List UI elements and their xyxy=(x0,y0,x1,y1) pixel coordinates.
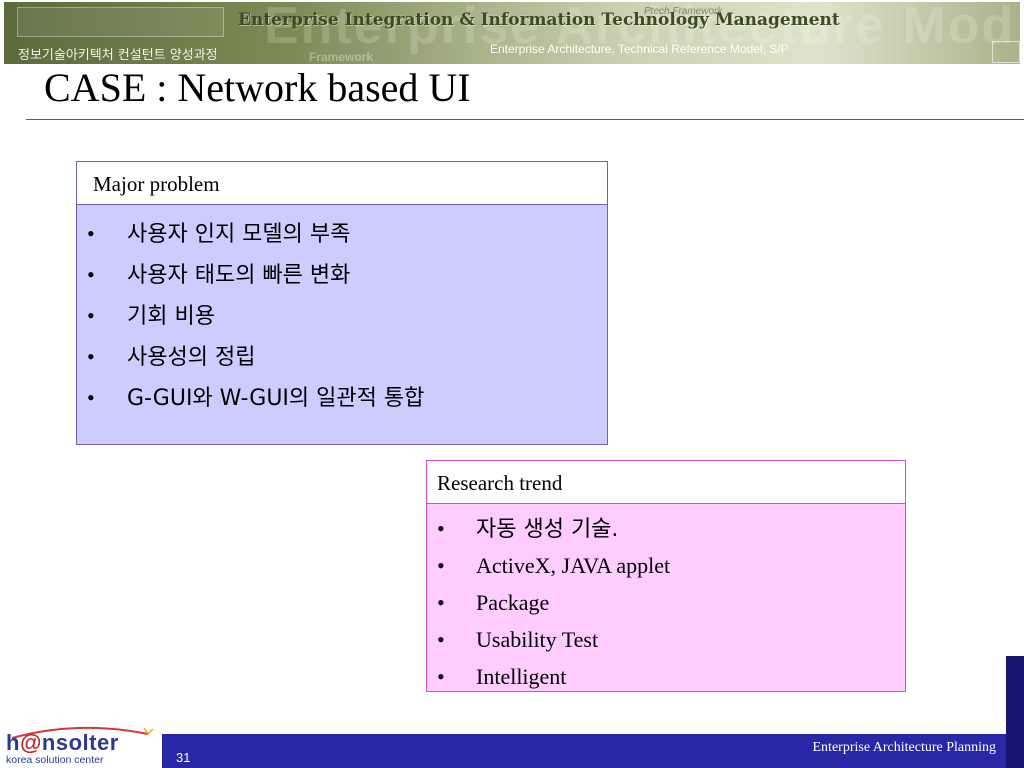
banner-watermark-framework: Framework xyxy=(309,50,374,64)
bullet-icon: • xyxy=(437,553,445,578)
research-trend-list: • 자동 생성 기술. • ActiveX, JAVA applet • Packag… xyxy=(427,504,905,695)
bullet-icon: • xyxy=(87,344,95,369)
bullet-icon: • xyxy=(437,664,445,689)
research-trend-heading: Research trend xyxy=(427,461,905,504)
bullet-icon: • xyxy=(87,221,95,246)
major-problem-panel: Major problem • 사용자 인지 모델의 부족 • 사용자 태도의 빠른… xyxy=(76,161,608,445)
footer-right-strip xyxy=(1006,656,1024,768)
list-item: • Package xyxy=(437,584,905,621)
page-number: 31 xyxy=(176,750,191,765)
banner-subtitle: Enterprise Architecture, Technical Refer… xyxy=(490,42,789,56)
bullet-icon: • xyxy=(87,303,95,328)
logo-brand: h@nsolter xyxy=(6,730,119,755)
banner-decor-box xyxy=(17,7,224,37)
bullet-icon: • xyxy=(437,590,445,615)
list-item: • Intelligent xyxy=(437,658,905,695)
title-divider xyxy=(26,119,1024,120)
major-problem-list: • 사용자 인지 모델의 부족 • 사용자 태도의 빠른 변화 • 기회 비용 • 사용… xyxy=(77,205,607,418)
banner-decor-corner xyxy=(992,41,1020,63)
list-item: • Usability Test xyxy=(437,621,905,658)
bullet-icon: • xyxy=(437,516,445,541)
list-item: • 자동 생성 기술. xyxy=(437,510,905,547)
bullet-icon: • xyxy=(437,627,445,652)
hansolter-logo: h@nsolter korea solution center xyxy=(6,726,158,768)
list-item: • 기회 비용 xyxy=(87,295,607,336)
header-banner: Enterprise Architecture Mod Ptech Framew… xyxy=(4,2,1020,64)
course-name: 정보기술아키텍처 컨설턴트 양성과정 xyxy=(18,48,218,63)
bullet-icon: • xyxy=(87,262,95,287)
logo-tagline: korea solution center xyxy=(6,754,104,766)
list-item: • 사용성의 정립 xyxy=(87,336,607,377)
research-trend-panel: Research trend • 자동 생성 기술. • ActiveX, JAVA… xyxy=(426,460,906,692)
major-problem-heading: Major problem xyxy=(77,162,607,205)
banner-title: Enterprise Integration & Information Tec… xyxy=(238,10,840,30)
list-item: • 사용자 태도의 빠른 변화 xyxy=(87,254,607,295)
list-item: • G-GUI와 W-GUI의 일관적 통합 xyxy=(87,377,607,418)
footer-label: Enterprise Architecture Planning xyxy=(812,740,997,755)
list-item: • 사용자 인지 모델의 부족 xyxy=(87,213,607,254)
page-title: CASE : Network based UI xyxy=(44,65,471,110)
bullet-icon: • xyxy=(87,385,95,410)
list-item: • ActiveX, JAVA applet xyxy=(437,547,905,584)
